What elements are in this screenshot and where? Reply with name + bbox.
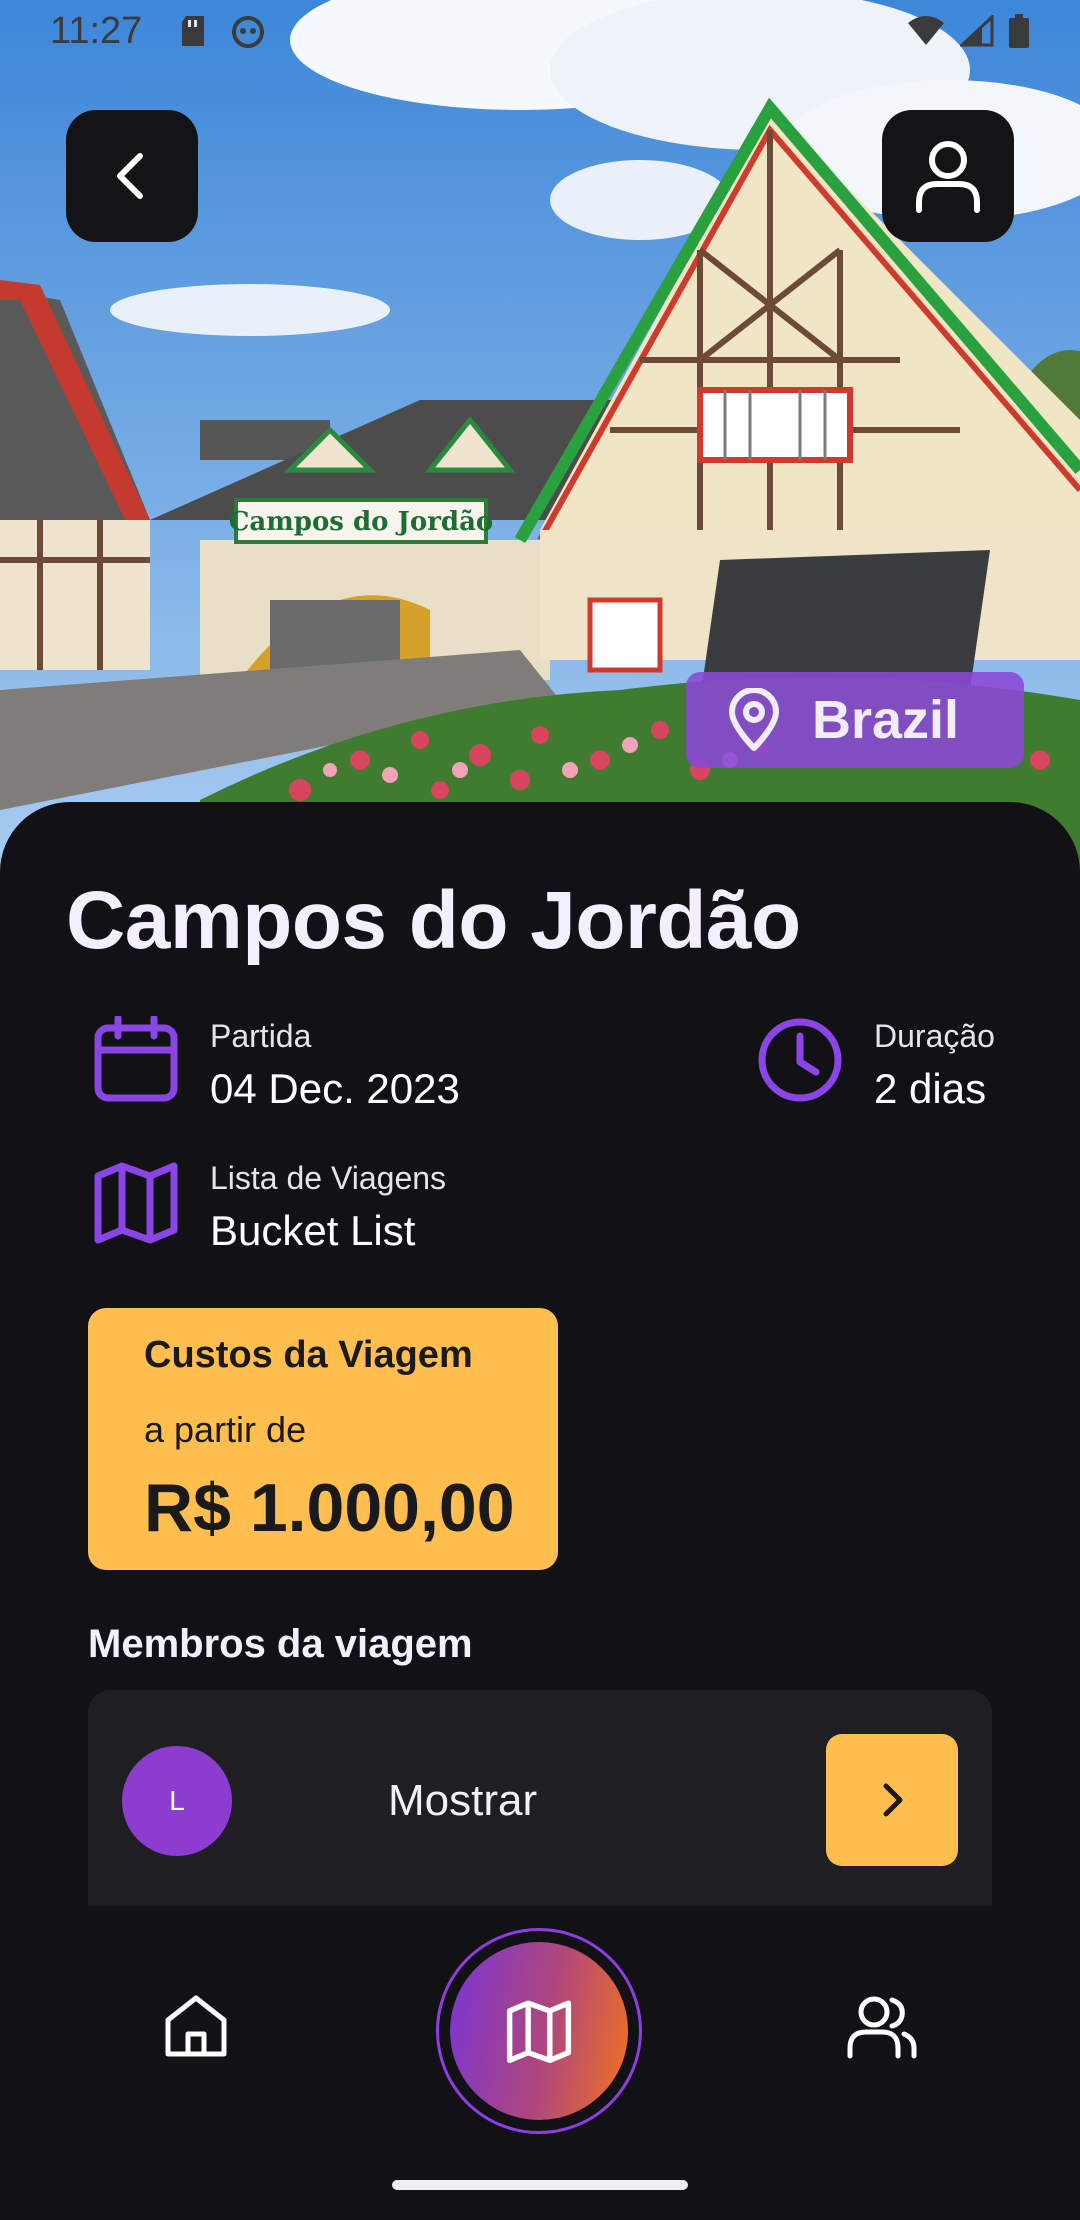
home-icon <box>165 1995 227 2057</box>
duration-value: 2 dias <box>874 1065 987 1112</box>
home-indicator[interactable] <box>392 2180 688 2190</box>
location-country: Brazil <box>812 690 960 750</box>
cost-title: Custos da Viagem <box>144 1334 473 1376</box>
sd-card-icon <box>182 16 204 46</box>
sign-text: Campos do Jordão <box>229 507 494 537</box>
status-bar: 11:27 <box>0 0 1080 64</box>
bottom-navigation <box>0 1920 1080 2220</box>
cost-from-label: a partir de <box>144 1409 307 1450</box>
location-badge: Brazil <box>686 672 1024 768</box>
avatar[interactable]: L <box>122 1746 232 1856</box>
show-members-button[interactable]: Mostrar <box>388 1776 537 1826</box>
calendar-icon <box>94 1016 178 1102</box>
battery-icon <box>1009 14 1029 48</box>
page-title: Campos do Jordão <box>66 875 801 966</box>
nav-trips-button[interactable] <box>436 1928 642 2134</box>
members-heading: Membros da viagem <box>88 1622 473 1666</box>
departure-value: 04 Dec. 2023 <box>210 1065 460 1112</box>
nav-members-button[interactable] <box>846 1990 918 2062</box>
departure-info: Partida 04 Dec. 2023 <box>92 1016 460 1113</box>
map-pin-icon <box>729 688 779 751</box>
wifi-icon <box>908 16 944 45</box>
trip-list-value: Bucket List <box>210 1207 416 1254</box>
nav-home-button[interactable] <box>160 1990 232 2062</box>
trip-cost-card: Custos da Viagem a partir de R$ 1.000,00 <box>88 1308 558 1570</box>
members-next-button[interactable] <box>826 1734 958 1866</box>
chevron-left-icon <box>117 153 143 199</box>
departure-label: Partida <box>210 1018 312 1054</box>
duration-label: Duração <box>874 1018 995 1054</box>
trip-list-info: Lista de Viagens Bucket List <box>92 1158 446 1255</box>
chevron-right-icon <box>883 1783 903 1817</box>
map-icon <box>506 2000 572 2064</box>
back-button[interactable] <box>66 110 198 242</box>
members-panel: L Mostrar <box>88 1690 992 1906</box>
signal-icon <box>960 15 994 47</box>
notification-icon <box>232 16 264 48</box>
duration-info: Duração 2 dias <box>756 1016 995 1113</box>
users-icon <box>847 1996 917 2059</box>
cost-value: R$ 1.000,00 <box>144 1470 515 1546</box>
status-time: 11:27 <box>50 10 143 52</box>
profile-button[interactable] <box>882 110 1014 242</box>
user-icon <box>916 141 980 213</box>
map-icon <box>94 1162 178 1244</box>
clock-icon <box>758 1018 842 1102</box>
trip-list-label: Lista de Viagens <box>210 1160 447 1196</box>
